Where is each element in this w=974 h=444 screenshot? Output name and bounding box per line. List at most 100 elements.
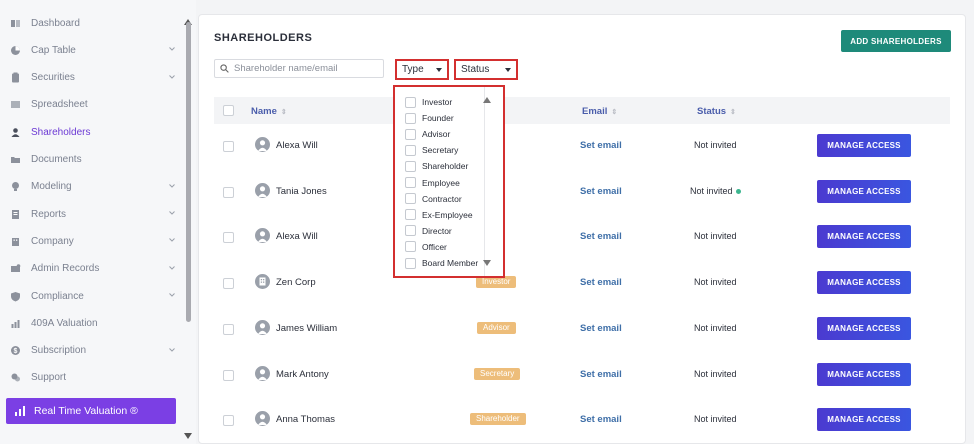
search-input[interactable] bbox=[234, 63, 374, 74]
type-option-investor[interactable]: Investor bbox=[405, 96, 452, 108]
set-email-link[interactable]: Set email bbox=[580, 414, 622, 425]
sidebar-item-shareholders[interactable]: Shareholders bbox=[10, 121, 180, 143]
status-cell: Not invited bbox=[694, 140, 737, 150]
scroll-thumb[interactable] bbox=[186, 22, 191, 322]
type-option-employee[interactable]: Employee bbox=[405, 177, 460, 189]
sidebar-item-reports[interactable]: Reports bbox=[10, 203, 180, 225]
option-label: Employee bbox=[422, 177, 460, 188]
set-email-link[interactable]: Set email bbox=[580, 186, 622, 197]
dollar-icon: $ bbox=[10, 345, 21, 356]
sort-icon: ⇕ bbox=[730, 109, 736, 116]
shareholder-name[interactable]: Zen Corp bbox=[276, 277, 316, 288]
dropdown-scrollbar[interactable] bbox=[484, 87, 485, 276]
sidebar-item-company[interactable]: Company bbox=[10, 230, 180, 252]
shareholder-name[interactable]: Tania Jones bbox=[276, 186, 327, 197]
status-text: Not invited bbox=[690, 185, 733, 196]
status-text: Not invited bbox=[694, 140, 737, 150]
column-status-header[interactable]: Status ⇕ bbox=[697, 106, 736, 117]
shareholder-name[interactable]: James William bbox=[276, 323, 337, 334]
option-checkbox[interactable] bbox=[405, 241, 416, 253]
shareholder-name[interactable]: Alexa Will bbox=[276, 140, 318, 151]
sidebar-scrollbar[interactable] bbox=[184, 12, 192, 439]
type-option-officer[interactable]: Officer bbox=[405, 241, 447, 253]
option-label: Ex-Employee bbox=[422, 209, 473, 220]
status-filter-select[interactable]: Status bbox=[454, 59, 518, 80]
status-cell: Not invited bbox=[694, 369, 737, 379]
option-checkbox[interactable] bbox=[405, 96, 416, 108]
row-checkbox[interactable] bbox=[223, 278, 234, 290]
manage-access-button[interactable]: MANAGE ACCESS bbox=[817, 271, 911, 295]
sidebar-item-support[interactable]: Support bbox=[10, 367, 180, 389]
sidebar-item-cap-table[interactable]: Cap Table bbox=[10, 39, 180, 61]
shareholder-name[interactable]: Anna Thomas bbox=[276, 414, 335, 425]
type-dropdown-menu[interactable]: Investor Founder Advisor Secretary Sharehold… bbox=[393, 85, 505, 278]
option-checkbox[interactable] bbox=[405, 225, 416, 237]
manage-access-button[interactable]: MANAGE ACCESS bbox=[817, 225, 911, 249]
option-checkbox[interactable] bbox=[405, 177, 416, 188]
option-checkbox[interactable] bbox=[405, 128, 416, 140]
set-email-link[interactable]: Set email bbox=[580, 369, 622, 380]
manage-access-button[interactable]: MANAGE ACCESS bbox=[817, 362, 911, 386]
sidebar-item-label: Compliance bbox=[31, 290, 84, 302]
shareholder-name[interactable]: Alexa Will bbox=[276, 231, 318, 242]
dropdown-scroll-up-icon[interactable] bbox=[483, 97, 491, 103]
option-checkbox[interactable] bbox=[405, 257, 416, 269]
column-name-header[interactable]: Name ⇕ bbox=[251, 106, 287, 117]
row-checkbox[interactable] bbox=[223, 369, 234, 381]
sidebar-item-409a-valuation[interactable]: 409A Valuation bbox=[10, 312, 180, 334]
dropdown-scroll-down-icon[interactable] bbox=[483, 260, 491, 266]
type-option-director[interactable]: Director bbox=[405, 225, 452, 237]
row-checkbox[interactable] bbox=[223, 323, 234, 335]
chevron-down-icon bbox=[168, 291, 176, 299]
person-avatar-icon bbox=[255, 137, 270, 152]
scroll-up-arrow-icon[interactable] bbox=[184, 12, 192, 25]
row-checkbox[interactable] bbox=[223, 415, 234, 427]
manage-access-button[interactable]: MANAGE ACCESS bbox=[817, 316, 911, 340]
sidebar-item-label: Cap Table bbox=[31, 44, 76, 56]
row-checkbox[interactable] bbox=[223, 186, 234, 198]
sidebar-item-dashboard[interactable]: Dashboard bbox=[10, 12, 180, 34]
scroll-down-arrow-icon[interactable] bbox=[184, 426, 192, 439]
set-email-link[interactable]: Set email bbox=[580, 231, 622, 242]
sidebar-item-spreadsheet[interactable]: Spreadsheet bbox=[10, 94, 180, 116]
sidebar-item-documents[interactable]: Documents bbox=[10, 149, 180, 171]
search-box[interactable] bbox=[214, 59, 384, 78]
option-checkbox[interactable] bbox=[405, 160, 416, 172]
manage-access-button[interactable]: MANAGE ACCESS bbox=[817, 134, 911, 157]
shareholder-name[interactable]: Mark Antony bbox=[276, 369, 329, 380]
set-email-link[interactable]: Set email bbox=[580, 140, 622, 151]
type-option-founder[interactable]: Founder bbox=[405, 112, 454, 124]
sidebar-item-admin-records[interactable]: Admin Records bbox=[10, 258, 180, 280]
set-email-link[interactable]: Set email bbox=[580, 323, 622, 334]
type-option-shareholder[interactable]: Shareholder bbox=[405, 160, 468, 172]
sidebar-item-label: Subscription bbox=[31, 345, 87, 357]
manage-access-button[interactable]: MANAGE ACCESS bbox=[817, 408, 911, 432]
option-checkbox[interactable] bbox=[405, 209, 416, 221]
valuation-icon bbox=[10, 318, 21, 329]
status-text: Not invited bbox=[694, 368, 737, 379]
option-checkbox[interactable] bbox=[405, 112, 416, 124]
type-option-ex-employee[interactable]: Ex-Employee bbox=[405, 209, 473, 221]
type-option-board-member[interactable]: Board Member bbox=[405, 257, 478, 269]
sidebar-item-compliance[interactable]: Compliance bbox=[10, 285, 180, 307]
row-checkbox[interactable] bbox=[223, 141, 234, 152]
sidebar-item-subscription[interactable]: $ Subscription bbox=[10, 340, 180, 362]
shareholders-card: SHAREHOLDERS ADD SHAREHOLDERS Type Statu… bbox=[198, 14, 966, 444]
column-email-header[interactable]: Email ⇕ bbox=[582, 106, 617, 117]
set-email-link[interactable]: Set email bbox=[580, 277, 622, 288]
manage-access-button[interactable]: MANAGE ACCESS bbox=[817, 179, 911, 203]
type-filter-select[interactable]: Type bbox=[395, 59, 449, 80]
select-all-checkbox[interactable] bbox=[223, 105, 234, 116]
real-time-valuation-button[interactable]: Real Time Valuation ® bbox=[6, 398, 176, 424]
type-option-advisor[interactable]: Advisor bbox=[405, 128, 450, 140]
sidebar-item-securities[interactable]: Securities bbox=[10, 67, 180, 89]
add-shareholders-button[interactable]: ADD SHAREHOLDERS bbox=[841, 30, 951, 52]
sidebar-item-label: Documents bbox=[31, 154, 82, 165]
type-option-contractor[interactable]: Contractor bbox=[405, 193, 462, 205]
option-checkbox[interactable] bbox=[405, 193, 416, 205]
row-checkbox[interactable] bbox=[223, 232, 234, 244]
sidebar-item-modeling[interactable]: Modeling bbox=[10, 176, 180, 198]
type-option-secretary[interactable]: Secretary bbox=[405, 144, 458, 156]
option-checkbox[interactable] bbox=[405, 144, 416, 156]
real-time-valuation-label: Real Time Valuation ® bbox=[34, 405, 138, 417]
